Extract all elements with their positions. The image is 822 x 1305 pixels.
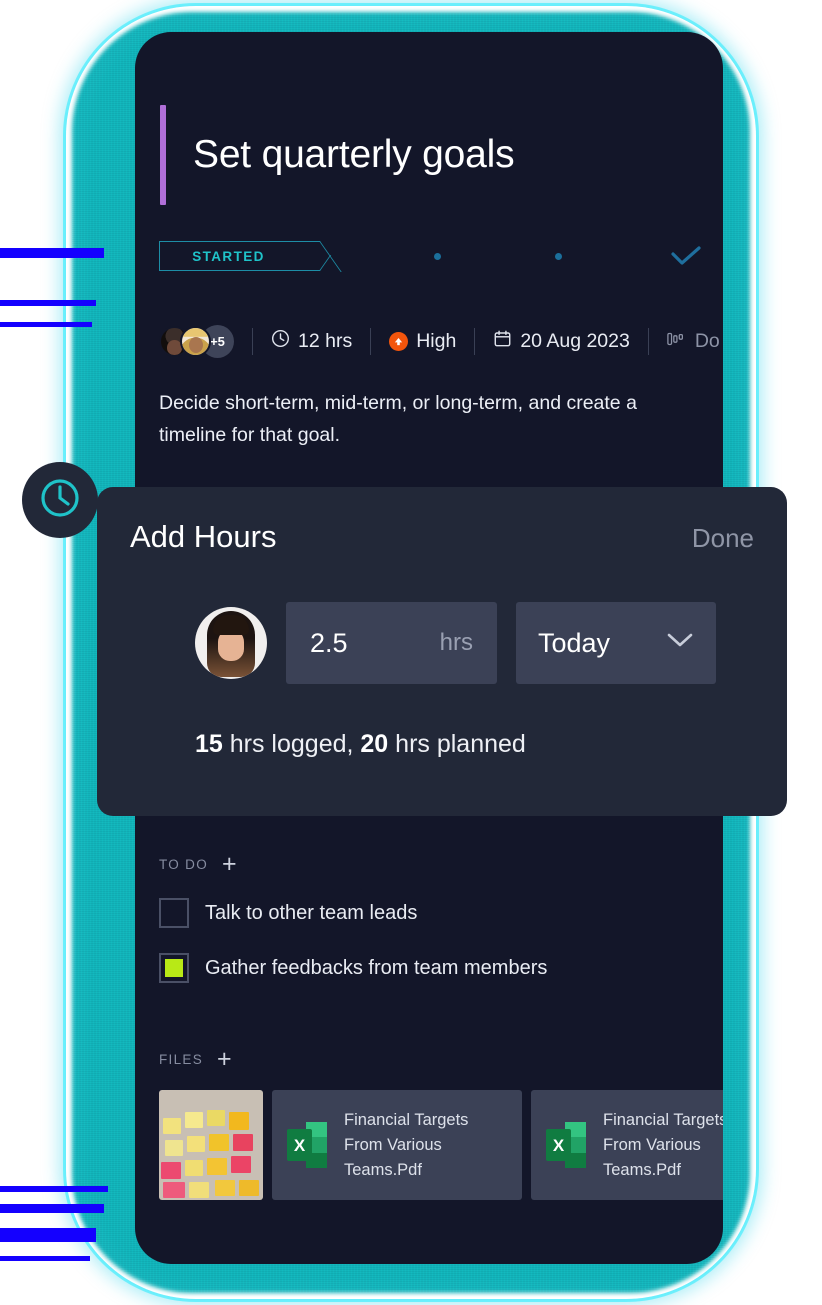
file-card[interactable]: X Financial Targets From Various Teams.P… (272, 1090, 522, 1200)
excel-file-icon: X (286, 1120, 328, 1170)
add-todo-button[interactable]: + (222, 852, 237, 877)
add-hours-clock-badge[interactable] (22, 462, 98, 538)
add-hours-header: Add Hours Done (97, 519, 787, 555)
excel-file-icon: X (545, 1120, 587, 1170)
task-progress-strip: STARTED (159, 239, 701, 273)
divider (370, 327, 372, 355)
render-artifact (0, 1228, 96, 1242)
hours-summary: 15 hrs logged, 20 hrs planned (195, 730, 526, 759)
file-name: Financial Targets From Various Teams.Pdf (344, 1110, 469, 1179)
files-section: FILES + X Financial Targets From Various… (159, 1047, 723, 1200)
render-artifact (0, 322, 92, 327)
screenshot-root: Set quarterly goals STARTED +5 12 hrs Hi… (0, 0, 822, 1305)
hours-input-unit: hrs (439, 629, 473, 656)
render-artifact (0, 248, 104, 258)
priority-up-arrow-icon (389, 331, 409, 351)
progress-step-dot[interactable] (434, 253, 441, 260)
avatar[interactable] (180, 325, 211, 357)
title-accent-bar (160, 105, 166, 205)
list-item[interactable]: Talk to other team leads (159, 898, 547, 928)
file-card[interactable]: X Financial Targets From Various Teams.P… (531, 1090, 723, 1200)
divider (647, 327, 649, 355)
todo-section-header: TO DO + (159, 852, 547, 877)
task-title-row: Set quarterly goals (160, 105, 515, 205)
calendar-icon (493, 329, 512, 354)
todo-checkbox[interactable] (159, 898, 189, 928)
add-hours-panel: Add Hours Done 2.5 hrs Today 15 hrs logg… (97, 487, 787, 816)
svg-text:X: X (553, 1136, 565, 1155)
day-select[interactable]: Today (516, 602, 716, 684)
clock-icon (39, 477, 81, 524)
task-meta-row: +5 12 hrs High 20 Aug 2023 Do (159, 317, 720, 365)
add-hours-controls: 2.5 hrs Today (195, 602, 716, 684)
task-priority[interactable]: High (389, 330, 456, 353)
done-button[interactable]: Done (692, 523, 754, 554)
todo-checkbox-checked[interactable] (159, 953, 189, 983)
hours-input[interactable]: 2.5 hrs (286, 602, 497, 684)
progress-complete-check-icon[interactable] (671, 246, 701, 271)
hours-planned-text: hrs planned (388, 730, 526, 758)
todo-section: TO DO + Talk to other team leads Gather … (159, 852, 547, 983)
progress-step-dot[interactable] (555, 253, 562, 260)
page-title: Set quarterly goals (193, 133, 515, 176)
divider (474, 327, 476, 355)
render-artifact (0, 300, 96, 306)
clock-icon (271, 329, 290, 354)
files-list: X Financial Targets From Various Teams.P… (159, 1090, 723, 1200)
hours-logged-text: hrs logged, (222, 730, 361, 758)
status-badge[interactable]: STARTED (159, 241, 309, 271)
task-extra-meta-label: Do (694, 329, 720, 352)
svg-text:X: X (294, 1136, 306, 1155)
list-item[interactable]: Gather feedbacks from team members (159, 953, 547, 983)
render-artifact (0, 1256, 90, 1261)
task-time-estimate[interactable]: 12 hrs (271, 329, 352, 354)
add-file-button[interactable]: + (217, 1047, 232, 1072)
task-priority-label: High (416, 329, 457, 352)
add-hours-title: Add Hours (130, 519, 277, 554)
task-time-estimate-label: 12 hrs (298, 329, 353, 352)
files-section-header: FILES + (159, 1047, 723, 1072)
todo-label: Talk to other team leads (205, 901, 418, 924)
task-due-date[interactable]: 20 Aug 2023 (493, 329, 630, 354)
hours-planned-value: 20 (360, 730, 389, 758)
hours-input-value: 2.5 (310, 627, 348, 658)
todo-label: Gather feedbacks from team members (205, 956, 548, 979)
chevron-down-icon (666, 632, 694, 654)
render-artifact (0, 1186, 108, 1192)
day-select-value: Today (538, 627, 611, 658)
task-description: Decide short-term, mid-term, or long-ter… (159, 392, 637, 446)
task-extra-meta[interactable]: Do (667, 330, 720, 353)
task-due-date-label: 20 Aug 2023 (520, 329, 630, 352)
files-section-label: FILES (159, 1051, 204, 1067)
divider (252, 327, 253, 355)
assignee-avatar-stack[interactable]: +5 (159, 324, 234, 358)
todo-section-label: TO DO (159, 856, 209, 872)
file-name: Financial Targets From Various Teams.Pdf (603, 1110, 723, 1179)
avatar[interactable] (195, 607, 267, 679)
progress-bars-icon (667, 330, 687, 353)
render-artifact (0, 1204, 104, 1213)
file-image-thumbnail[interactable] (159, 1090, 263, 1200)
hours-logged-value: 15 (195, 730, 223, 758)
